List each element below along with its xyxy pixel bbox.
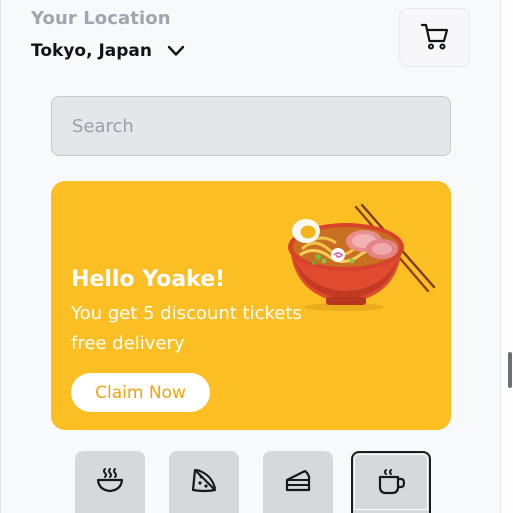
scrollbar-thumb[interactable] <box>508 352 512 388</box>
cake-slice-icon <box>283 466 313 498</box>
category-cake[interactable] <box>263 451 333 513</box>
pizza-slice-icon <box>189 466 219 498</box>
coffee-cup-icon <box>376 467 406 499</box>
location-selector[interactable]: Tokyo, Japan <box>31 38 186 64</box>
claim-now-button[interactable]: Claim Now <box>71 373 210 412</box>
app-screen: Your Location Tokyo, Japan Search Hello … <box>0 0 513 513</box>
category-soup[interactable] <box>75 451 145 513</box>
shopping-cart-icon <box>420 22 450 54</box>
category-pizza[interactable] <box>169 451 239 513</box>
promo-delivery-text: free delivery <box>71 333 185 354</box>
promo-greeting: Hello Yoake! <box>71 267 226 292</box>
cart-button[interactable] <box>399 8 470 67</box>
chevron-down-icon <box>166 41 186 61</box>
ramen-bowl-illustration <box>288 203 436 311</box>
soup-bowl-icon <box>95 466 125 498</box>
promo-banner: Hello Yoake! You get 5 discount tickets … <box>51 181 451 430</box>
search-input[interactable] <box>51 96 451 156</box>
location-label: Your Location <box>31 8 171 29</box>
promo-discount-text: You get 5 discount tickets <box>71 303 302 324</box>
screen-edge <box>0 0 1 513</box>
category-coffee[interactable] <box>351 451 431 513</box>
scroll-track <box>501 0 513 513</box>
location-value: Tokyo, Japan <box>31 41 153 61</box>
